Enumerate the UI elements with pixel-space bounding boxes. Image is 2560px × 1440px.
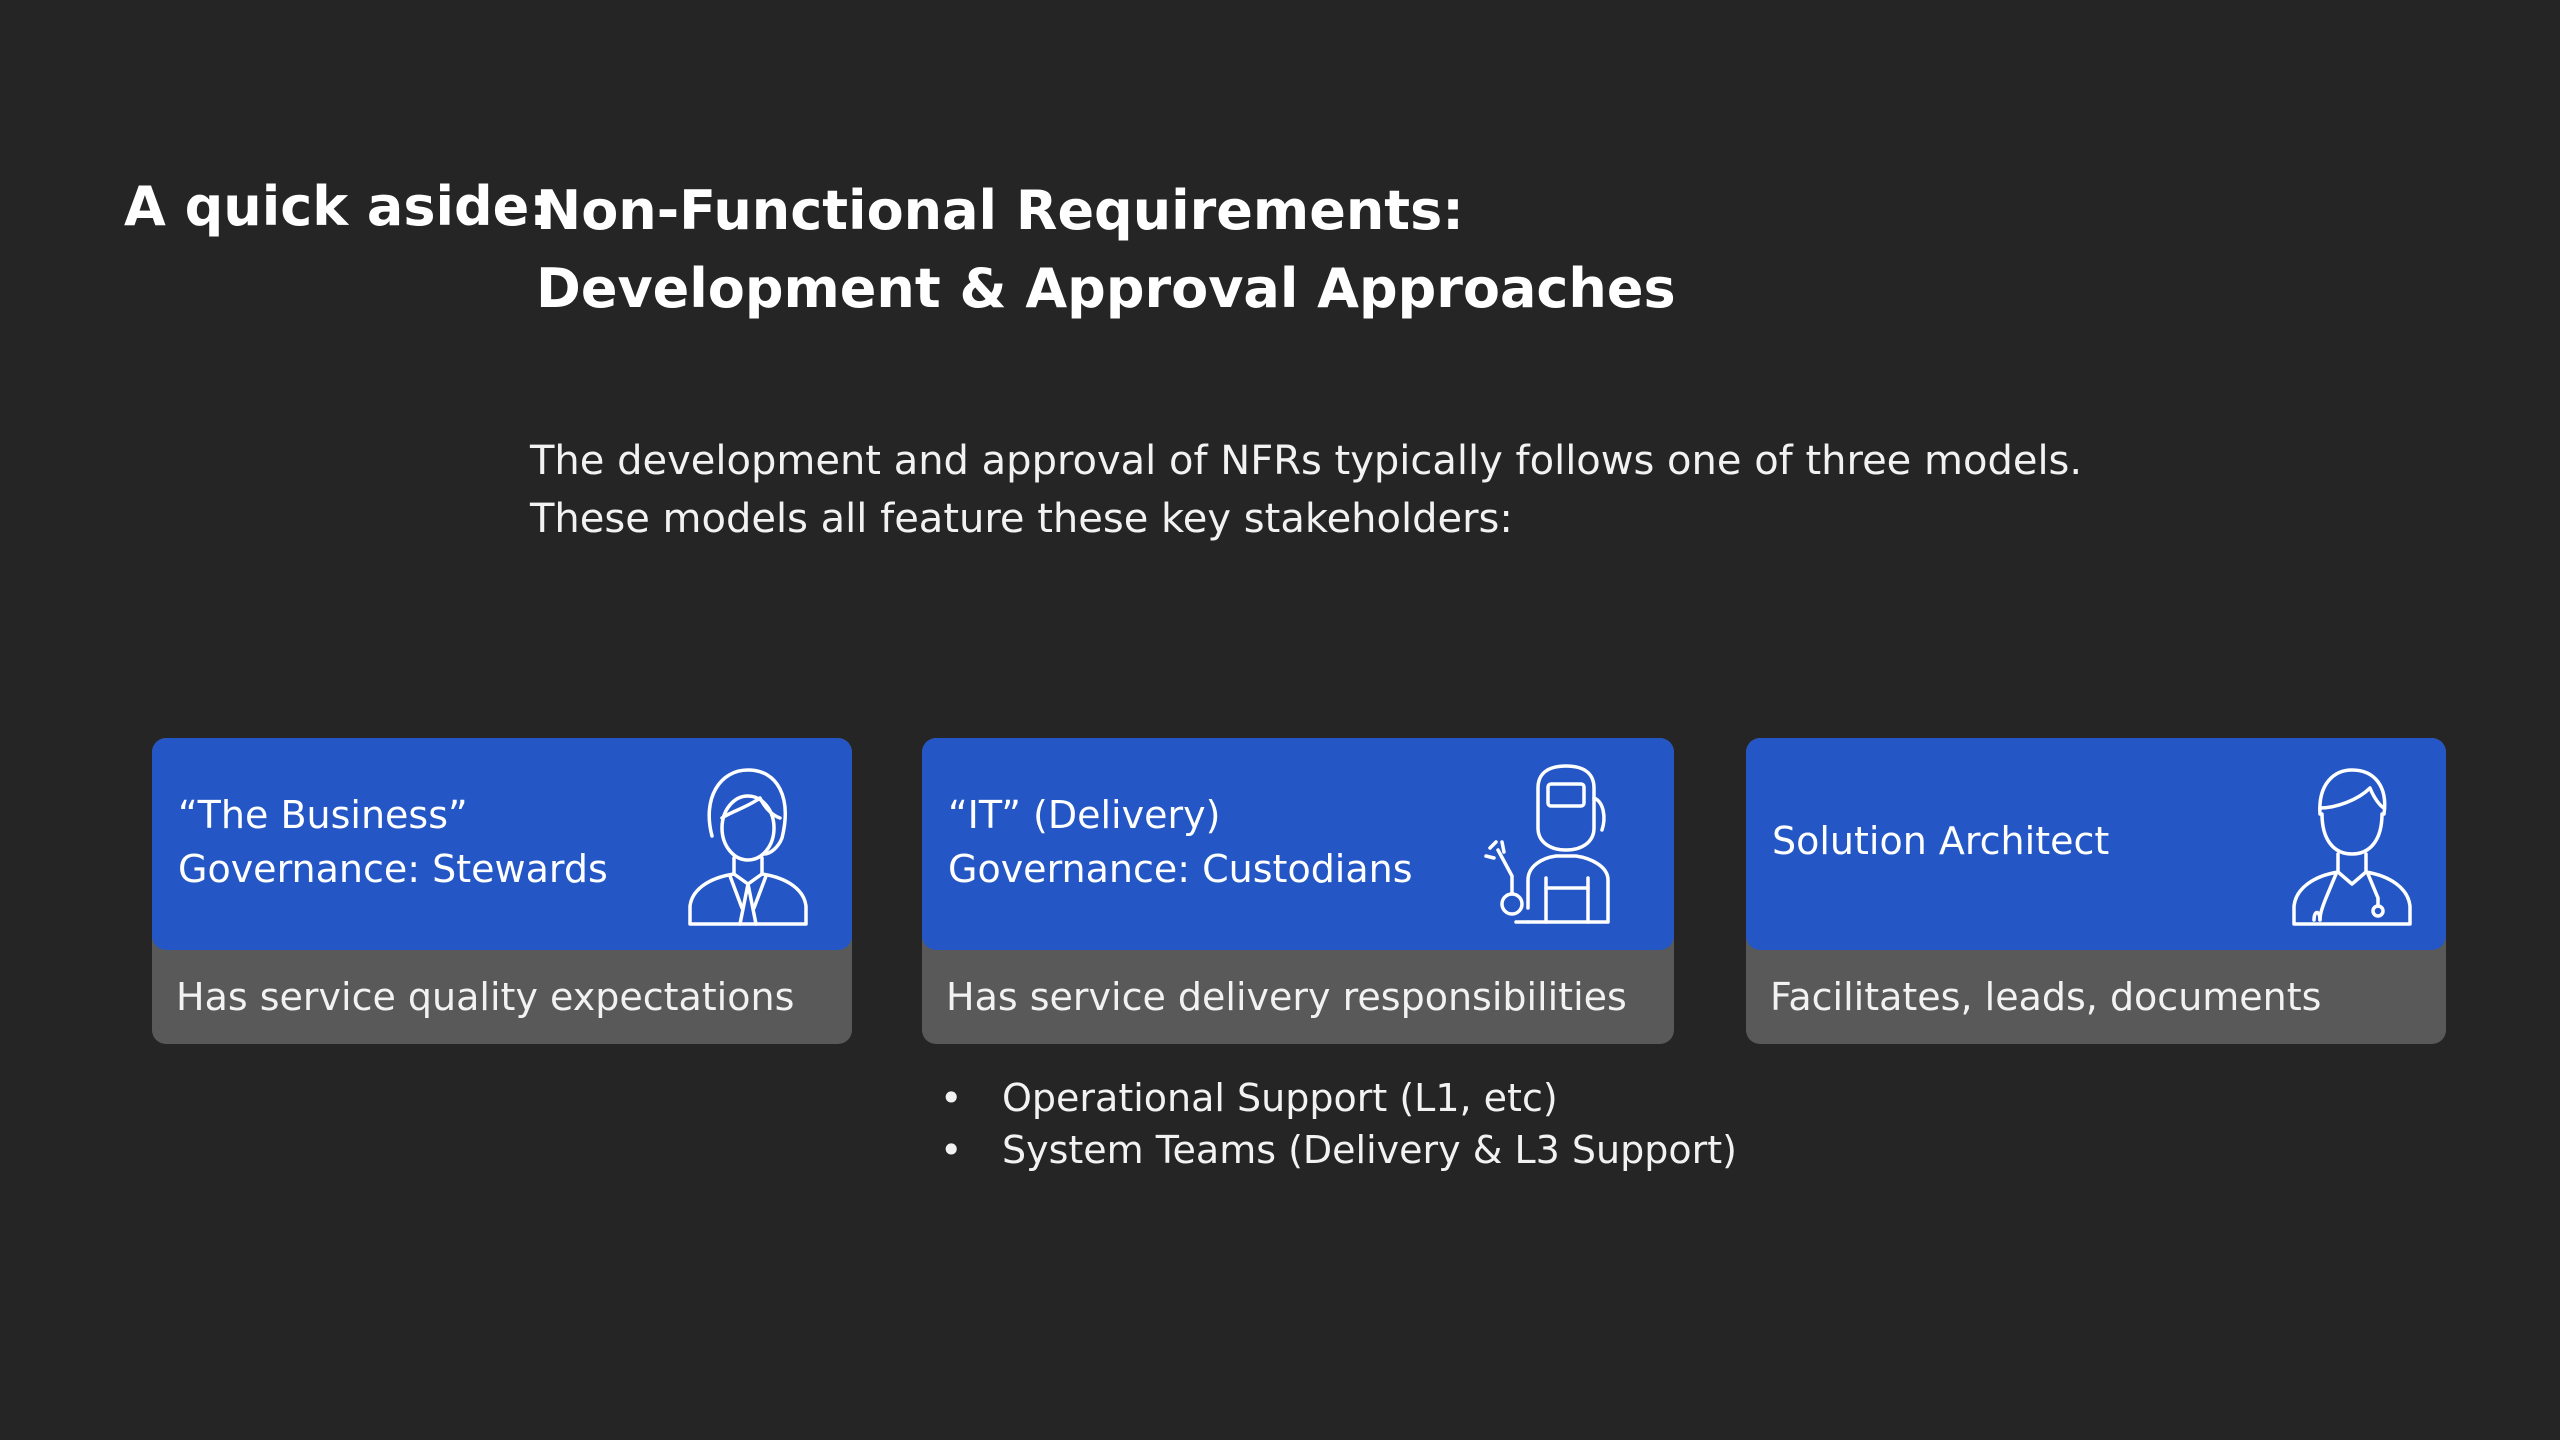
list-item-text: System Teams (Delivery & L3 Support) xyxy=(1002,1128,1737,1172)
intro-line-1: The development and approval of NFRs typ… xyxy=(530,438,2083,484)
card-header: “IT” (Delivery) Governance: Custodians xyxy=(922,738,1674,950)
card-subtitle: Governance: Custodians xyxy=(948,847,1413,891)
bullet-marker: • xyxy=(940,1128,963,1172)
card-text: “IT” (Delivery) Governance: Custodians xyxy=(948,788,1413,896)
title-prefix: A quick aside: xyxy=(124,175,551,238)
card-description: Has service delivery responsibilities xyxy=(946,975,1627,1019)
intro-line-2: These models all feature these key stake… xyxy=(530,496,1513,542)
businesswoman-icon xyxy=(672,758,822,930)
stakeholder-card-solution-architect: Solution Architect Facilitates, leads, d… xyxy=(1746,738,2446,1044)
card-title: “IT” (Delivery) xyxy=(948,793,1221,837)
stakeholder-card-it-delivery: “IT” (Delivery) Governance: Custodians H… xyxy=(922,738,1674,1044)
title-line-1: Non-Functional Requirements: xyxy=(536,179,1464,242)
card-text: “The Business” Governance: Stewards xyxy=(178,788,608,896)
title-line-2: Development & Approval Approaches xyxy=(536,257,1676,320)
card-description: Has service quality expectations xyxy=(176,975,795,1019)
card-description: Facilitates, leads, documents xyxy=(1770,975,2322,1019)
card-title: Solution Architect xyxy=(1772,819,2110,863)
card-title: “The Business” xyxy=(178,793,468,837)
card-header: “The Business” Governance: Stewards xyxy=(152,738,852,950)
card-text: Solution Architect xyxy=(1772,814,2109,868)
bullet-list: • Operational Support (L1, etc) • System… xyxy=(940,1072,1737,1176)
list-item: • Operational Support (L1, etc) xyxy=(940,1072,1737,1124)
welder-worker-icon xyxy=(1476,758,1636,930)
stakeholder-card-business: “The Business” Governance: Stewards Has … xyxy=(152,738,852,1044)
intro-text: The development and approval of NFRs typ… xyxy=(530,432,2082,548)
list-item-text: Operational Support (L1, etc) xyxy=(1002,1076,1558,1120)
doctor-stethoscope-icon xyxy=(2274,758,2424,930)
card-subtitle: Governance: Stewards xyxy=(178,847,608,891)
slide: A quick aside: Non-Functional Requiremen… xyxy=(0,0,2560,1440)
bullet-marker: • xyxy=(940,1076,963,1120)
slide-title: Non-Functional Requirements: Development… xyxy=(536,172,1676,328)
list-item: • System Teams (Delivery & L3 Support) xyxy=(940,1124,1737,1176)
card-header: Solution Architect xyxy=(1746,738,2446,950)
